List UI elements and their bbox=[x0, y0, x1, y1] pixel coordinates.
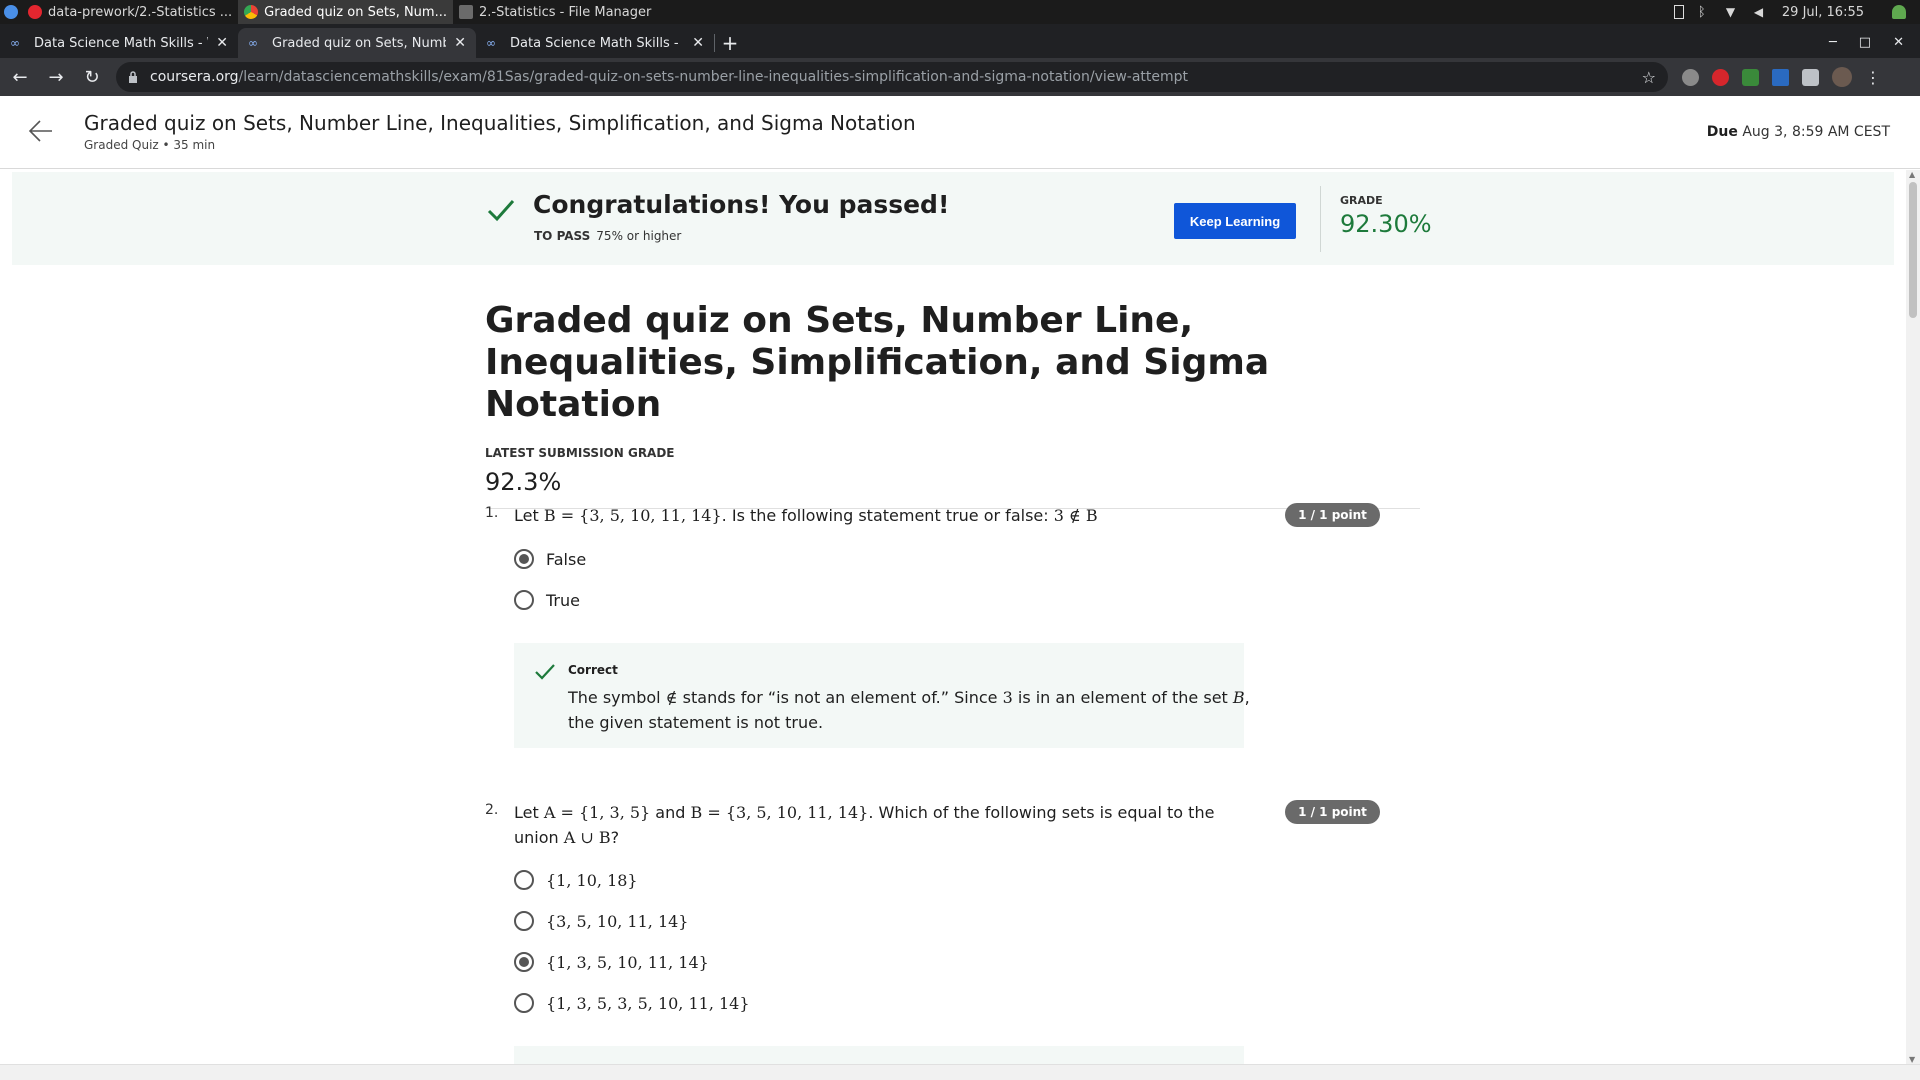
coursera-icon: ∞ bbox=[10, 36, 20, 50]
puzzle-extensions-icon[interactable] bbox=[1802, 68, 1819, 86]
feedback-text: The symbol ∉ stands for “is not an eleme… bbox=[568, 688, 1250, 732]
android-icon[interactable] bbox=[1892, 5, 1906, 19]
check-icon bbox=[535, 664, 555, 680]
browser-tab-2[interactable]: ∞ Graded quiz on Sets, Number ✕ bbox=[238, 28, 476, 58]
radio-unselected[interactable] bbox=[514, 993, 534, 1013]
extensions-area: ⋮ bbox=[1682, 67, 1891, 87]
option-3[interactable]: {1, 3, 5, 10, 11, 14} bbox=[514, 952, 709, 972]
folder-icon bbox=[458, 5, 473, 19]
new-tab-plus-icon[interactable]: + bbox=[715, 28, 745, 58]
back-icon[interactable]: ← bbox=[4, 61, 36, 93]
due-date: Due Aug 3, 8:59 AM CEST bbox=[1706, 124, 1890, 140]
close-window-icon[interactable]: ✕ bbox=[1893, 35, 1904, 50]
lock-icon bbox=[129, 71, 137, 83]
question-2: 2. Let A = {1, 3, 5} and B = {3, 5, 10, … bbox=[485, 800, 1420, 1064]
adblock-extension-icon[interactable] bbox=[1712, 68, 1729, 86]
radio-selected[interactable] bbox=[514, 549, 534, 569]
bluetooth-icon[interactable]: ᛒ bbox=[1698, 5, 1712, 20]
option-1[interactable]: {1, 10, 18} bbox=[514, 870, 638, 890]
address-bar[interactable]: coursera.org/learn/datasciencemathskills… bbox=[116, 62, 1668, 92]
quiz-content: Graded quiz on Sets, Number Line, Inequa… bbox=[485, 300, 1420, 509]
radio-selected[interactable] bbox=[514, 952, 534, 972]
question-number: 2. bbox=[485, 802, 499, 818]
radio-unselected[interactable] bbox=[514, 911, 534, 931]
volume-icon[interactable]: ◀ bbox=[1754, 5, 1768, 19]
coursera-icon: ∞ bbox=[486, 36, 496, 50]
reload-icon[interactable]: ↻ bbox=[76, 61, 108, 93]
chrome-icon bbox=[244, 5, 259, 19]
taskbar-item-file-manager[interactable]: 2.-Statistics - File Manager bbox=[453, 0, 657, 24]
browser-tab-strip: ∞ Data Science Math Skills - Wel ✕ ∞ Gra… bbox=[0, 24, 1920, 58]
pass-title: Congratulations! You passed! bbox=[533, 190, 950, 219]
taskbar-item-chrome[interactable]: Graded quiz on Sets, Num... bbox=[238, 0, 453, 24]
url-host: coursera.org bbox=[150, 69, 239, 85]
clock[interactable]: 29 Jul, 16:55 bbox=[1782, 5, 1864, 20]
close-tab-icon[interactable]: ✕ bbox=[454, 35, 466, 51]
system-tray: ᛒ ▼ ◀ 29 Jul, 16:55 bbox=[1673, 5, 1920, 20]
vertical-scrollbar[interactable]: ▲ ▼ bbox=[1906, 170, 1920, 1064]
latest-grade-value: 92.3% bbox=[485, 468, 562, 496]
coursera-icon: ∞ bbox=[248, 36, 258, 50]
browser-toolbar: ← → ↻ coursera.org/learn/datasciencemath… bbox=[0, 58, 1920, 96]
scrollbar-thumb[interactable] bbox=[1909, 182, 1917, 318]
question-1: 1. Let B = {3, 5, 10, 11, 14}. Is the fo… bbox=[485, 503, 1420, 753]
check-icon bbox=[487, 200, 515, 222]
browser-menu-icon[interactable]: ⋮ bbox=[1865, 68, 1881, 87]
scroll-down-icon[interactable]: ▼ bbox=[1909, 1055, 1915, 1064]
bookmark-star-icon[interactable]: ☆ bbox=[1642, 68, 1656, 87]
quiz-title: Graded quiz on Sets, Number Line, Inequa… bbox=[485, 300, 1270, 425]
banner-divider bbox=[1320, 186, 1321, 252]
radio-unselected[interactable] bbox=[514, 590, 534, 610]
bug-extension-icon[interactable] bbox=[1682, 68, 1699, 86]
option-false[interactable]: False bbox=[514, 549, 586, 569]
radio-unselected[interactable] bbox=[514, 870, 534, 890]
question-text: Let A = {1, 3, 5} and B = {3, 5, 10, 11,… bbox=[514, 803, 1215, 847]
option-true[interactable]: True bbox=[514, 590, 580, 610]
pass-banner: Congratulations! You passed! TO PASS 75% … bbox=[12, 172, 1894, 265]
os-menu-icon[interactable] bbox=[0, 0, 22, 24]
to-pass: TO PASS 75% or higher bbox=[534, 229, 682, 243]
wifi-icon[interactable]: ▼ bbox=[1726, 5, 1740, 19]
grade-value: 92.30% bbox=[1340, 210, 1432, 238]
course-header: Graded quiz on Sets, Number Line, Inequa… bbox=[0, 96, 1920, 169]
browser-tab-3[interactable]: ∞ Data Science Math Skills - Hom ✕ bbox=[476, 28, 714, 58]
feedback-title: Correct bbox=[568, 663, 618, 677]
feedback-box: Correct The symbol ∉ stands for “is not … bbox=[514, 643, 1250, 748]
header-title: Graded quiz on Sets, Number Line, Inequa… bbox=[84, 111, 916, 135]
profile-avatar[interactable] bbox=[1832, 67, 1852, 87]
option-2[interactable]: {3, 5, 10, 11, 14} bbox=[514, 911, 688, 931]
url-path: /learn/datasciencemathskills/exam/81Sas/… bbox=[238, 69, 1189, 85]
os-taskbar: data-prework/2.-Statistics ... Graded qu… bbox=[0, 0, 1920, 24]
minimize-icon[interactable]: ─ bbox=[1829, 35, 1837, 50]
battery-icon[interactable] bbox=[1673, 5, 1684, 19]
back-arrow-icon[interactable] bbox=[28, 118, 54, 144]
taskbar-item-terminal[interactable]: data-prework/2.-Statistics ... bbox=[22, 0, 238, 24]
horizontal-scrollbar[interactable] bbox=[0, 1064, 1920, 1080]
feedback-box bbox=[514, 1046, 1244, 1064]
header-subtitle: Graded Quiz • 35 min bbox=[84, 138, 216, 152]
option-4[interactable]: {1, 3, 5, 3, 5, 10, 11, 14} bbox=[514, 993, 750, 1013]
close-tab-icon[interactable]: ✕ bbox=[692, 35, 704, 51]
question-text: Let B = {3, 5, 10, 11, 14}. Is the follo… bbox=[514, 506, 1098, 525]
scroll-up-icon[interactable]: ▲ bbox=[1909, 170, 1915, 179]
keep-learning-button[interactable]: Keep Learning bbox=[1174, 203, 1296, 239]
points-badge: 1 / 1 point bbox=[1285, 503, 1380, 527]
qr-extension-icon[interactable] bbox=[1772, 68, 1789, 86]
question-number: 1. bbox=[485, 505, 499, 521]
tree-extension-icon[interactable] bbox=[1742, 68, 1759, 86]
latest-grade-label: LATEST SUBMISSION GRADE bbox=[485, 446, 675, 460]
points-badge: 1 / 1 point bbox=[1285, 800, 1380, 824]
grade-label: GRADE bbox=[1340, 194, 1383, 207]
window-controls: ─ □ ✕ bbox=[1829, 35, 1920, 58]
browser-tab-1[interactable]: ∞ Data Science Math Skills - Wel ✕ bbox=[0, 28, 238, 58]
forward-icon[interactable]: → bbox=[40, 61, 72, 93]
opera-icon bbox=[28, 5, 42, 19]
close-tab-icon[interactable]: ✕ bbox=[216, 35, 228, 51]
maximize-icon[interactable]: □ bbox=[1859, 35, 1871, 50]
